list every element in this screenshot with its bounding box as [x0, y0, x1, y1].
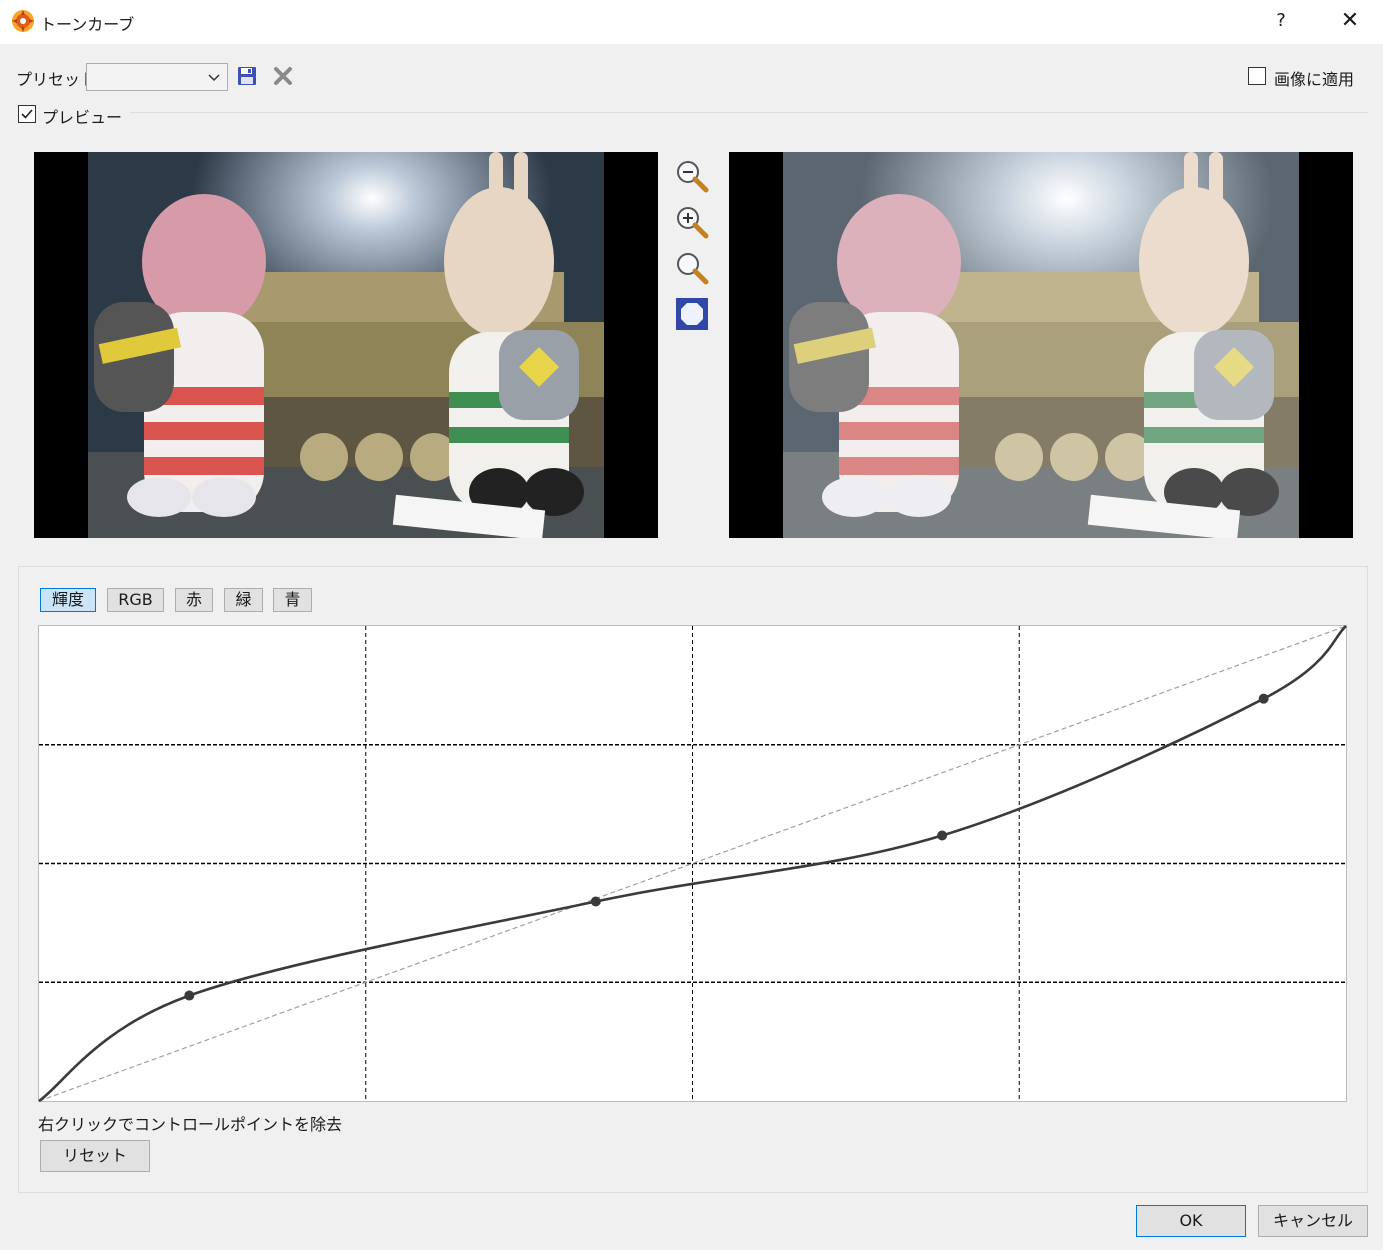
preview-divider: [130, 112, 1368, 113]
tab-luminance[interactable]: 輝度: [40, 588, 96, 612]
preset-dropdown[interactable]: [86, 63, 228, 91]
close-button[interactable]: ✕: [1333, 6, 1367, 36]
tab-blue[interactable]: 青: [273, 588, 312, 612]
ok-button[interactable]: OK: [1136, 1205, 1246, 1237]
apply-to-image-label[interactable]: 画像に適用: [1274, 66, 1354, 90]
adjusted-preview-image: [729, 152, 1353, 538]
reset-button[interactable]: リセット: [40, 1140, 150, 1172]
tab-green[interactable]: 緑: [224, 588, 263, 612]
delete-icon[interactable]: [272, 65, 294, 87]
curve-control-point[interactable]: [184, 990, 195, 1001]
save-icon[interactable]: [236, 65, 258, 87]
app-logo-icon: [12, 10, 34, 32]
hint-text: 右クリックでコントロールポイントを除去: [38, 1115, 343, 1134]
zoom-in-icon[interactable]: [674, 204, 710, 240]
curve-control-point[interactable]: [590, 896, 601, 907]
apply-to-image-checkbox[interactable]: [1248, 67, 1266, 85]
tab-red[interactable]: 赤: [175, 588, 213, 612]
preview-label[interactable]: プレビュー: [42, 104, 122, 128]
window-title: トーンカーブ: [40, 15, 135, 34]
tab-rgb[interactable]: RGB: [107, 588, 164, 612]
tone-curve-editor[interactable]: [38, 625, 1348, 1103]
help-button[interactable]: ?: [1266, 6, 1296, 36]
fit-to-window-icon[interactable]: [674, 296, 710, 332]
zoom-out-icon[interactable]: [674, 158, 710, 194]
zoom-actual-icon[interactable]: [674, 250, 710, 286]
dropdown-chevron-icon: [208, 74, 220, 82]
original-preview-image: [34, 152, 658, 538]
cancel-button[interactable]: キャンセル: [1258, 1205, 1368, 1237]
curve-control-point[interactable]: [937, 830, 948, 841]
checkmark-icon: [21, 109, 33, 119]
preview-checkbox[interactable]: [18, 105, 36, 123]
title-bar: トーンカーブ ? ✕: [0, 0, 1383, 44]
curve-control-point[interactable]: [1258, 693, 1269, 704]
